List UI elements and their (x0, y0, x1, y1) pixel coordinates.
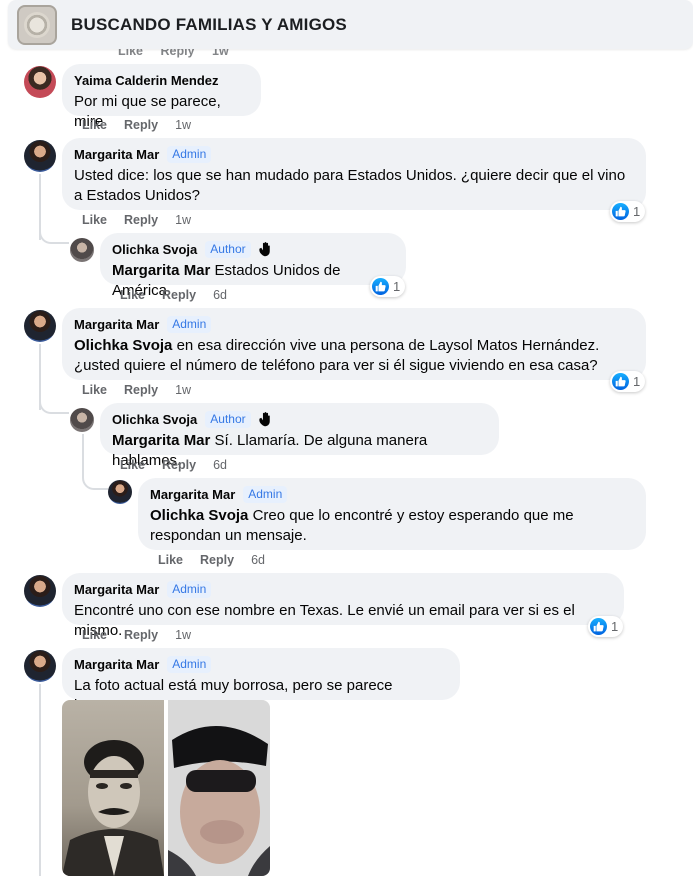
waving-hand-icon (258, 412, 270, 427)
comment-author[interactable]: Margarita Mar (74, 581, 159, 598)
comment-bubble: Margarita Mar Admin Usted dice: los que … (62, 138, 646, 210)
timestamp[interactable]: 1w (175, 118, 191, 132)
avatar[interactable] (24, 140, 56, 172)
thread-connector (39, 390, 69, 414)
reply-author[interactable]: Olichka Svoja (112, 241, 197, 258)
avatar[interactable] (24, 650, 56, 682)
photo-current-selfie[interactable] (168, 700, 270, 876)
reply-text: Olichka Svoja Creo que lo encontré y est… (150, 506, 634, 546)
mention-link[interactable]: Olichka Svoja (150, 507, 248, 524)
comment-author[interactable]: Margarita Mar (74, 146, 159, 163)
reply-bubble: Olichka Svoja Author Margarita Mar Estad… (100, 233, 406, 299)
like-link[interactable]: Like (82, 628, 107, 642)
avatar[interactable] (24, 310, 56, 342)
comment-text: Olichka Svoja en esa dirección vive una … (74, 336, 634, 376)
waving-hand-icon (258, 242, 270, 257)
timestamp[interactable]: 6d (213, 288, 227, 302)
comment-author-row: Margarita Mar Admin (74, 581, 612, 598)
reply-link[interactable]: Reply (162, 458, 196, 472)
reply-link[interactable]: Reply (162, 288, 196, 302)
like-reaction-icon (372, 278, 389, 295)
admin-badge: Admin (243, 486, 288, 503)
timestamp[interactable]: 1w (175, 628, 191, 642)
comment-actions: Like Reply 1w (82, 383, 191, 397)
reaction-number: 1 (633, 204, 641, 219)
reply-link[interactable]: Reply (200, 553, 234, 567)
comment-bubble: Margarita Mar Admin La foto actual está … (62, 648, 460, 714)
reply-actions: Like Reply 6d (158, 553, 265, 567)
like-reaction-icon (590, 618, 607, 635)
like-link[interactable]: Like (158, 553, 183, 567)
avatar[interactable] (70, 238, 94, 262)
reply-author-row: Olichka Svoja Author (112, 241, 394, 258)
reaction-count[interactable]: 1 (610, 371, 646, 392)
reply-actions: Like Reply 6d (120, 288, 227, 302)
admin-badge: Admin (167, 146, 212, 163)
avatar[interactable] (70, 408, 94, 432)
admin-badge: Admin (167, 656, 212, 673)
avatar[interactable] (108, 480, 132, 504)
comment-actions: Like Reply 1w (82, 213, 191, 227)
like-link[interactable]: Like (82, 383, 107, 397)
comment-author-row: Margarita Mar Admin (74, 146, 634, 163)
reaction-number: 1 (633, 374, 641, 389)
like-reaction-icon (612, 203, 629, 220)
author-badge: Author (205, 411, 251, 428)
reply-author[interactable]: Olichka Svoja (112, 411, 197, 428)
reply-link[interactable]: Reply (124, 383, 158, 397)
timestamp[interactable]: 1w (175, 213, 191, 227)
avatar[interactable] (24, 575, 56, 607)
mention-link[interactable]: Margarita Mar (112, 432, 210, 449)
timestamp[interactable]: 6d (213, 458, 227, 472)
comment-author-row: Margarita Mar Admin (74, 656, 448, 673)
comment-author[interactable]: Margarita Mar (74, 316, 159, 333)
mention-link[interactable]: Margarita Mar (112, 262, 210, 279)
thread-line (39, 684, 41, 876)
reply-author[interactable]: Margarita Mar (150, 486, 235, 503)
like-link[interactable]: Like (82, 118, 107, 132)
admin-badge: Admin (167, 581, 212, 598)
group-title[interactable]: BUSCANDO FAMILIAS Y AMIGOS (71, 15, 347, 35)
like-reaction-icon (612, 373, 629, 390)
like-link[interactable]: Like (120, 288, 145, 302)
reply-author-row: Olichka Svoja Author (112, 411, 487, 428)
reaction-number: 1 (393, 279, 401, 294)
thread-connector (39, 220, 69, 244)
comment-actions: Like Reply 1w (82, 628, 191, 642)
group-header: BUSCANDO FAMILIAS Y AMIGOS (8, 0, 693, 49)
comment-actions: Like Reply 1w (82, 118, 191, 132)
comment-author[interactable]: Yaima Calderin Mendez (74, 72, 249, 89)
reaction-count[interactable]: 1 (588, 616, 624, 637)
mention-link[interactable]: Olichka Svoja (74, 337, 172, 354)
reaction-count[interactable]: 1 (610, 201, 646, 222)
timestamp[interactable]: 6d (251, 553, 265, 567)
reply-actions: Like Reply 6d (120, 458, 227, 472)
comment-bubble: Margarita Mar Admin Olichka Svoja en esa… (62, 308, 646, 380)
admin-badge: Admin (167, 316, 212, 333)
comment-bubble: Margarita Mar Admin Encontré uno con ese… (62, 573, 624, 639)
reply-link[interactable]: Reply (124, 118, 158, 132)
thread-connector (82, 470, 108, 490)
reply-bubble: Olichka Svoja Author Margarita Mar Sí. L… (100, 403, 499, 469)
like-link[interactable]: Like (82, 213, 107, 227)
reaction-number: 1 (611, 619, 619, 634)
timestamp[interactable]: 1w (175, 383, 191, 397)
reply-link[interactable]: Reply (124, 628, 158, 642)
reaction-count[interactable]: 1 (370, 276, 406, 297)
reply-bubble: Margarita Mar Admin Olichka Svoja Creo q… (138, 478, 646, 550)
group-emblem-icon[interactable] (17, 4, 57, 45)
reply-author-row: Margarita Mar Admin (150, 486, 634, 503)
like-link[interactable]: Like (120, 458, 145, 472)
comment-author[interactable]: Margarita Mar (74, 656, 159, 673)
comment-author-row: Margarita Mar Admin (74, 316, 634, 333)
photo-attachments (62, 700, 270, 876)
avatar[interactable] (24, 66, 56, 98)
photo-old-portrait[interactable] (62, 700, 164, 876)
author-badge: Author (205, 241, 251, 258)
comment-bubble: Yaima Calderin Mendez Por mi que se pare… (62, 64, 261, 130)
comment-text: Usted dice: los que se han mudado para E… (74, 167, 626, 204)
reply-link[interactable]: Reply (124, 213, 158, 227)
